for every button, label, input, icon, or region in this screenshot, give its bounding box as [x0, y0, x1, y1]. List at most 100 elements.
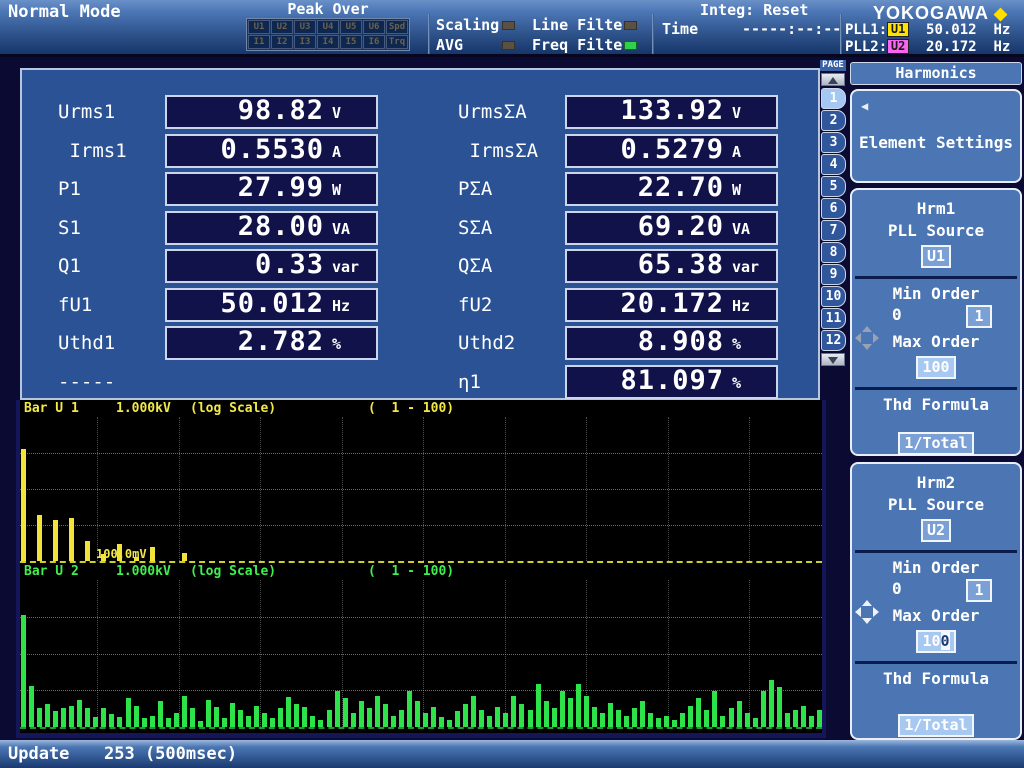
page-tab-10[interactable]: 10 [821, 286, 846, 307]
peak-over-indicator-grid: U1U2U3U4U5U6Spd I1I2I3I4I5I6Trq [246, 18, 410, 51]
page-tab-2[interactable]: 2 [821, 110, 846, 131]
harmonic-bar-order-56 [463, 704, 468, 727]
chart1-scale-type: (log Scale) [190, 401, 276, 416]
measurement-unit: A [732, 143, 741, 161]
harmonic-bar-order-15 [134, 706, 139, 727]
page-tab-4[interactable]: 4 [821, 154, 846, 175]
hrm1-menu-group: Hrm1 PLL Source U1 Min Order 0 1 Max Ord… [850, 188, 1022, 456]
time-label: Time [662, 20, 698, 38]
gridline-vertical [423, 580, 424, 727]
gridline-horizontal [20, 654, 822, 655]
harmonic-bar-order-75 [616, 710, 621, 727]
peak-over-i4-indicator: I4 [317, 35, 339, 49]
measurement-value-box: 98.82V [165, 95, 378, 129]
harmonic-bar-order-40 [335, 691, 340, 727]
page-tab-11[interactable]: 11 [821, 308, 846, 329]
page-tab-5[interactable]: 5 [821, 176, 846, 197]
filter-indicators: Line Filter Freq Filter [532, 16, 642, 56]
chart2-order-range: ( 1 - 100) [368, 564, 454, 579]
hrm1-thd-formula-value[interactable]: 1/Total [898, 432, 973, 455]
hrm1-min-order-zero: 0 [892, 305, 902, 324]
harmonic-bar-order-73 [600, 713, 605, 727]
harmonic-bar-order-12 [109, 714, 114, 727]
hrm2-max-order-value[interactable]: 100 [916, 630, 955, 653]
mode-label: Normal Mode [8, 2, 121, 22]
line-filter-indicator-icon [624, 21, 637, 30]
harmonic-bar-order-1 [21, 615, 26, 727]
page-tab-6[interactable]: 6 [821, 198, 846, 219]
harmonic-bar-order-86 [704, 710, 709, 727]
separator [652, 14, 654, 54]
gridline-vertical [505, 580, 506, 727]
page-scroll-down-button[interactable] [821, 353, 845, 366]
measurement-unit: W [732, 181, 741, 199]
harmonic-bar-order-14 [126, 698, 131, 727]
bar-u2-plot [20, 580, 822, 729]
harmonic-bar-order-17 [150, 716, 155, 727]
chart2-scale-type: (log Scale) [190, 564, 276, 579]
measurement-row: SΣA69.20VA [458, 210, 788, 249]
page-tab-7[interactable]: 7 [821, 220, 846, 241]
measurement-row: Q10.33var [58, 248, 388, 287]
divider [855, 661, 1017, 664]
harmonic-bar-order-59 [487, 716, 492, 727]
element-settings-softkey[interactable]: ◀ Element Settings [850, 89, 1022, 183]
measurement-label: Irms1 [58, 140, 127, 162]
harmonic-bar-order-17 [150, 547, 155, 561]
measurement-value: 98.82 [238, 95, 324, 126]
gridline-vertical [179, 417, 180, 561]
gridline-vertical [749, 580, 750, 727]
max-order-digits: 100 [922, 358, 949, 376]
page-scroll-up-button[interactable] [821, 73, 845, 86]
harmonic-bar-order-45 [375, 696, 380, 727]
measurement-row: PΣA22.70W [458, 171, 788, 210]
hrm2-thd-formula-value[interactable]: 1/Total [898, 714, 973, 737]
harmonic-bar-order-28 [238, 710, 243, 727]
gridline-vertical [260, 417, 261, 561]
hrm2-min-order-value[interactable]: 1 [966, 579, 992, 602]
gridline-vertical [749, 417, 750, 561]
pll2-unit: Hz [993, 39, 1010, 55]
chart2-title: Bar U 2 [24, 564, 79, 579]
bar-u2-header: Bar U 2 1.000kV (log Scale) ( 1 - 100) [20, 563, 822, 580]
hrm1-pll-source-label: PLL Source [852, 220, 1020, 242]
harmonic-bar-order-35 [294, 704, 299, 727]
hrm1-max-order-value[interactable]: 100 [916, 356, 955, 379]
harmonic-bar-order-85 [696, 698, 701, 727]
integration-section: Integ: Reset Time -----:--:-- [662, 1, 862, 39]
harmonic-bar-order-39 [327, 710, 332, 727]
hrm2-menu-group: Hrm2 PLL Source U2 Min Order 0 1 Max Ord… [850, 462, 1022, 740]
harmonic-bar-order-1 [21, 449, 26, 561]
hrm1-pll-source-value[interactable]: U1 [921, 245, 951, 268]
page-tab-8[interactable]: 8 [821, 242, 846, 263]
hrm1-min-order-value[interactable]: 1 [966, 305, 992, 328]
harmonic-bar-order-7 [69, 706, 74, 727]
harmonic-bar-order-80 [656, 718, 661, 727]
harmonic-bar-order-5 [53, 520, 58, 561]
page-tab-1[interactable]: 1 [821, 88, 846, 109]
hrm2-pll-source-value[interactable]: U2 [921, 519, 951, 542]
measurement-value-box: 133.92V [565, 95, 778, 129]
page-tab-12[interactable]: 12 [821, 330, 846, 351]
bar-u1-header: Bar U 1 1.000kV (log Scale) ( 1 - 100) [20, 400, 822, 417]
pll1-source-badge: U1 [887, 22, 909, 37]
measurement-row: S128.00VA [58, 210, 388, 249]
page-tab-3[interactable]: 3 [821, 132, 846, 153]
harmonic-bar-order-99 [809, 716, 814, 727]
measurement-value: 28.00 [238, 211, 324, 242]
measurement-unit: VA [332, 220, 350, 238]
peak-over-i1-indicator: I1 [248, 35, 270, 49]
harmonic-bar-order-3 [37, 708, 42, 727]
measurement-column-right: UrmsΣA133.92V IrmsΣA0.5279APΣA22.70WSΣA6… [458, 94, 788, 402]
measurement-unit: % [732, 374, 741, 392]
gridline-horizontal [20, 489, 822, 490]
measurement-value: 0.5530 [220, 134, 324, 165]
page-tab-9[interactable]: 9 [821, 264, 846, 285]
measurement-row: Uthd28.908% [458, 325, 788, 364]
harmonic-bar-order-41 [343, 698, 348, 727]
harmonic-bar-order-64 [528, 710, 533, 727]
harmonic-bar-order-36 [302, 707, 307, 727]
measurement-unit: Hz [332, 297, 350, 315]
measurement-value-box: 8.908% [565, 326, 778, 360]
gridline-vertical [423, 417, 424, 561]
